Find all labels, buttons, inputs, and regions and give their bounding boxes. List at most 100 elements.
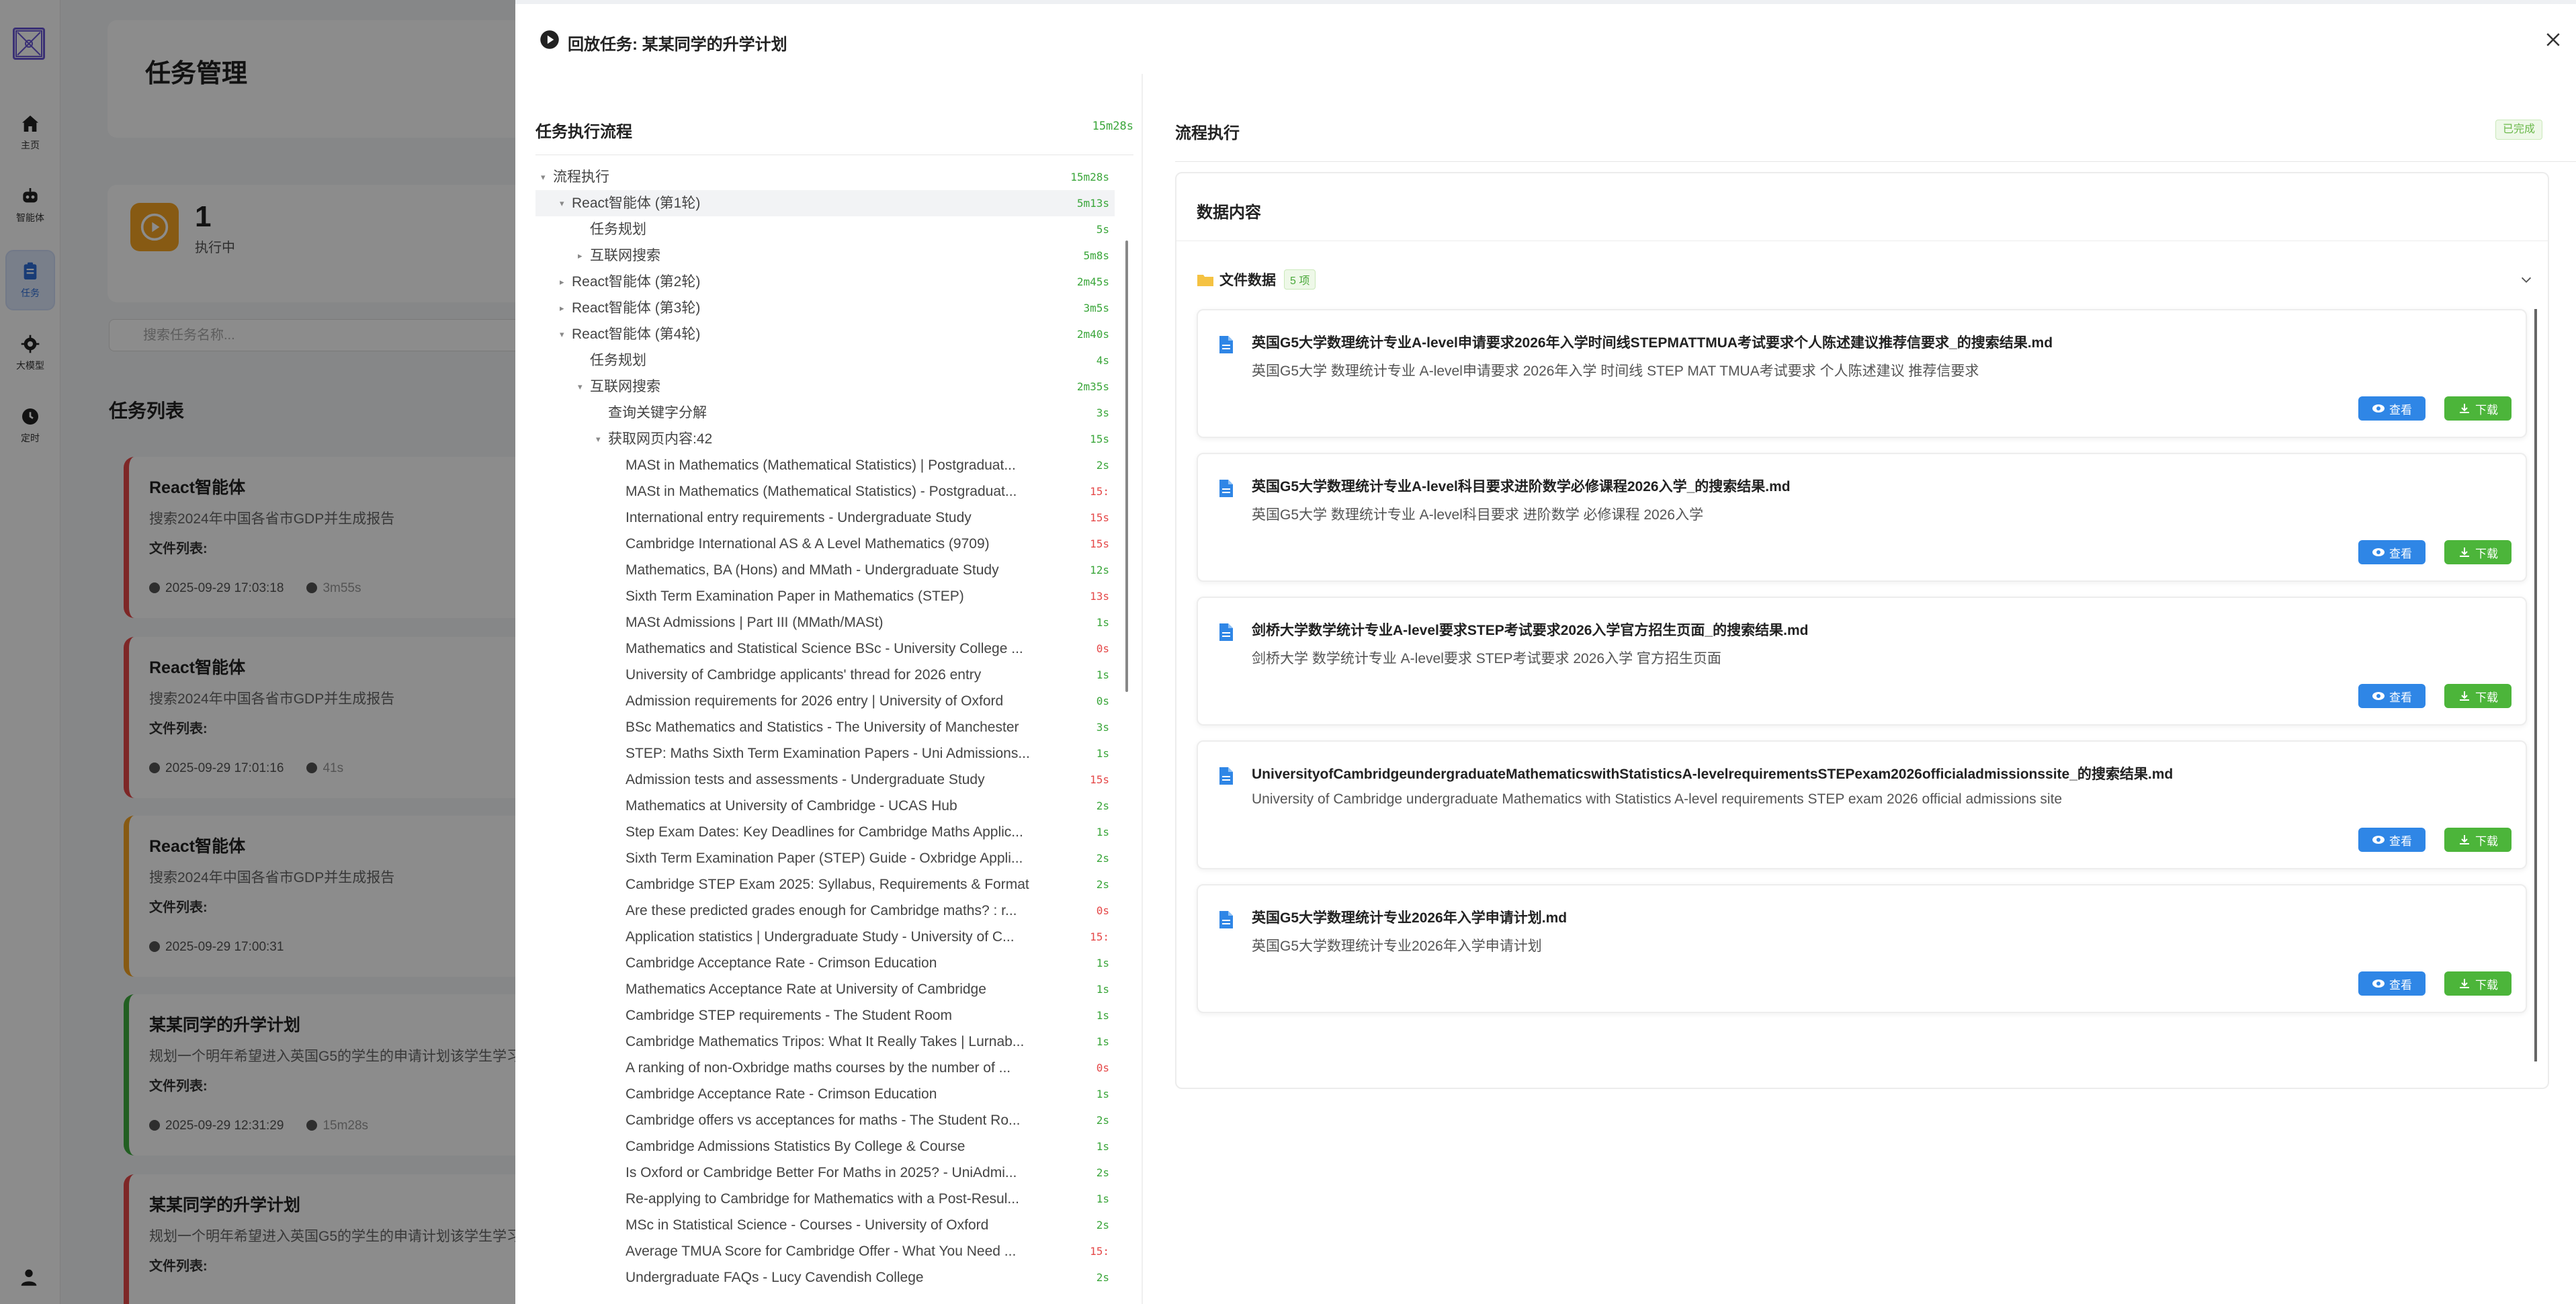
- tree-leaf-item[interactable]: Cambridge Mathematics Tripos: What It Re…: [535, 1029, 1115, 1055]
- download-button[interactable]: 下载: [2444, 396, 2511, 421]
- close-icon[interactable]: [2543, 30, 2563, 50]
- chevron-down-icon[interactable]: [2519, 273, 2534, 288]
- tree-leaf-item[interactable]: Sixth Term Examination Paper in Mathemat…: [535, 583, 1115, 609]
- tree-leaf-item[interactable]: Average TMUA Score for Cambridge Offer -…: [535, 1238, 1115, 1264]
- tree-scrollbar[interactable]: [1125, 241, 1128, 692]
- tree-duration: 4s: [1096, 354, 1109, 367]
- tree-leaf-item[interactable]: Mathematics at University of Cambridge -…: [535, 793, 1115, 819]
- download-button[interactable]: 下载: [2444, 540, 2511, 564]
- tree-node[interactable]: ▾ 获取网页内容:42 15s: [535, 426, 1115, 452]
- tree-label: Undergraduate FAQs - Lucy Cavendish Coll…: [626, 1270, 924, 1285]
- download-button[interactable]: 下载: [2444, 684, 2511, 708]
- tree-node[interactable]: ▾ React智能体 (第1轮) 5m13s: [535, 190, 1115, 216]
- tree-label: BSc Mathematics and Statistics - The Uni…: [626, 720, 1019, 735]
- tree-leaf-item[interactable]: Mathematics and Statistical Science BSc …: [535, 636, 1115, 662]
- view-button[interactable]: 查看: [2358, 828, 2425, 852]
- tree-duration: 12s: [1090, 564, 1109, 576]
- tree-duration: 1s: [1096, 616, 1109, 629]
- caret-down-icon[interactable]: ▾: [560, 321, 564, 347]
- folder-icon: [1197, 275, 1213, 286]
- tree-leaf-item[interactable]: STEP: Maths Sixth Term Examination Paper…: [535, 740, 1115, 767]
- tree-label: Sixth Term Examination Paper in Mathemat…: [626, 589, 964, 604]
- file-list: 英国G5大学数理统计专业A-level申请要求2026年入学时间线STEPMAT…: [1197, 309, 2537, 1061]
- tree-leaf-item[interactable]: University of Cambridge applicants' thre…: [535, 662, 1115, 688]
- tree-leaf-item[interactable]: MASt Admissions | Part III (MMath/MASt) 1…: [535, 609, 1115, 636]
- tree-leaf-item[interactable]: MASt in Mathematics (Mathematical Statis…: [535, 478, 1115, 505]
- file-name: UniversityofCambridgeundergraduateMathem…: [1252, 767, 2174, 782]
- tree-node[interactable]: 任务规划 4s: [535, 347, 1115, 374]
- tree-leaf-item[interactable]: Cambridge offers vs acceptances for math…: [535, 1107, 1115, 1133]
- file-card: 英国G5大学数理统计专业2026年入学申请计划.md 英国G5大学数理统计专业20…: [1197, 884, 2527, 1013]
- tree-leaf-item[interactable]: Re-applying to Cambridge for Mathematics…: [535, 1186, 1115, 1212]
- tree-label: MASt in Mathematics (Mathematical Statis…: [626, 458, 1016, 473]
- view-button[interactable]: 查看: [2358, 540, 2425, 564]
- tree-label: MASt in Mathematics (Mathematical Statis…: [626, 484, 1017, 499]
- view-button[interactable]: 查看: [2358, 971, 2425, 996]
- file-data-group[interactable]: 文件数据 5 项: [1197, 267, 1316, 292]
- view-button[interactable]: 查看: [2358, 396, 2425, 421]
- tree-leaf-item[interactable]: Cambridge Acceptance Rate - Crimson Educ…: [535, 950, 1115, 976]
- download-button[interactable]: 下载: [2444, 971, 2511, 996]
- tree-leaf-item[interactable]: Undergraduate FAQs - Lucy Cavendish Coll…: [535, 1264, 1115, 1291]
- tree-leaf-item[interactable]: Cambridge STEP Exam 2025: Syllabus, Requ…: [535, 871, 1115, 898]
- view-label: 查看: [2389, 691, 2412, 704]
- caret-down-icon[interactable]: ▾: [560, 190, 564, 216]
- tree-duration: 1s: [1096, 826, 1109, 838]
- caret-right-icon[interactable]: ▸: [560, 269, 564, 295]
- tree-node[interactable]: ▾ React智能体 (第4轮) 2m40s: [535, 321, 1115, 347]
- tree-leaf-item[interactable]: MSc in Statistical Science - Courses - U…: [535, 1212, 1115, 1238]
- tree-duration: 2m35s: [1076, 380, 1109, 393]
- tree-leaf-item[interactable]: Mathematics Acceptance Rate at Universit…: [535, 976, 1115, 1002]
- tree-leaf-item[interactable]: Mathematics, BA (Hons) and MMath - Under…: [535, 557, 1115, 583]
- tree-duration: 2s: [1096, 878, 1109, 891]
- tree-label: Mathematics at University of Cambridge -…: [626, 798, 957, 814]
- tree-node[interactable]: ▸ React智能体 (第2轮) 2m45s: [535, 269, 1115, 295]
- tree-node[interactable]: ▾ 流程执行 15m28s: [535, 164, 1115, 190]
- tree-duration: 1s: [1096, 1192, 1109, 1205]
- tree-leaf-item[interactable]: Application statistics | Undergraduate S…: [535, 924, 1115, 950]
- file-desc: 英国G5大学 数理统计专业 A-level申请要求 2026年入学 时间线 ST…: [1252, 363, 1979, 379]
- caret-down-icon[interactable]: ▾: [596, 426, 601, 452]
- download-icon: [2460, 835, 2469, 844]
- download-icon: [2460, 548, 2469, 557]
- tree-node[interactable]: ▸ 互联网搜索 5m8s: [535, 243, 1115, 269]
- flow-panel: 任务执行流程 15m28s ▾ 流程执行 15m28s ▾ React智能体 (第1轮)…: [515, 74, 1143, 1304]
- caret-right-icon[interactable]: ▸: [578, 243, 583, 269]
- tree-leaf-item[interactable]: Admission tests and assessments - Underg…: [535, 767, 1115, 793]
- tree-leaf-item[interactable]: A ranking of non-Oxbridge maths courses …: [535, 1055, 1115, 1081]
- tree-leaf-item[interactable]: Is Oxford or Cambridge Better For Maths …: [535, 1160, 1115, 1186]
- tree-leaf-item[interactable]: Cambridge STEP requirements - The Studen…: [535, 1002, 1115, 1029]
- tree-leaf-item[interactable]: Sixth Term Examination Paper (STEP) Guid…: [535, 845, 1115, 871]
- tree-duration: 2s: [1096, 1271, 1109, 1284]
- caret-down-icon[interactable]: ▾: [541, 164, 546, 190]
- tree-duration: 1s: [1096, 957, 1109, 969]
- tree-leaf-item[interactable]: Admission requirements for 2026 entry | …: [535, 688, 1115, 714]
- tree-duration: 1s: [1096, 747, 1109, 760]
- tree-leaf-item[interactable]: BSc Mathematics and Statistics - The Uni…: [535, 714, 1115, 740]
- file-desc: 英国G5大学数理统计专业2026年入学申请计划: [1252, 939, 1542, 954]
- tree-leaf-item[interactable]: Step Exam Dates: Key Deadlines for Cambr…: [535, 819, 1115, 845]
- tree-node[interactable]: 查询关键字分解 3s: [535, 400, 1115, 426]
- tree-node[interactable]: ▸ React智能体 (第3轮) 3m5s: [535, 295, 1115, 321]
- view-button[interactable]: 查看: [2358, 684, 2425, 708]
- tree-node[interactable]: 任务规划 5s: [535, 216, 1115, 243]
- download-button[interactable]: 下载: [2444, 828, 2511, 852]
- data-content-box: 数据内容 文件数据 5 项 英国G5大学数理统计专业A-level申请要求202…: [1175, 172, 2549, 1089]
- tree-leaf-item[interactable]: Cambridge Admissions Statistics By Colle…: [535, 1133, 1115, 1160]
- tree-label: Cambridge offers vs acceptances for math…: [626, 1113, 1021, 1128]
- file-card: UniversityofCambridgeundergraduateMathem…: [1197, 740, 2527, 869]
- tree-leaf-item[interactable]: International entry requirements - Under…: [535, 505, 1115, 531]
- tree-label: Cambridge Admissions Statistics By Colle…: [626, 1139, 965, 1154]
- eye-icon: [2372, 692, 2385, 700]
- tree-leaf-item[interactable]: Cambridge Acceptance Rate - Crimson Educ…: [535, 1081, 1115, 1107]
- tree-leaf-item[interactable]: MASt in Mathematics (Mathematical Statis…: [535, 452, 1115, 478]
- tree-label: Step Exam Dates: Key Deadlines for Cambr…: [626, 824, 1023, 840]
- caret-right-icon[interactable]: ▸: [560, 295, 564, 321]
- tree-node[interactable]: ▾ 互联网搜索 2m35s: [535, 374, 1115, 400]
- tree-label: Application statistics | Undergraduate S…: [626, 929, 1015, 945]
- caret-down-icon[interactable]: ▾: [578, 374, 583, 400]
- modal-header: 回放任务: 某某同学的升学计划: [515, 0, 2576, 74]
- tree-duration: 15:: [1090, 930, 1109, 943]
- tree-leaf-item[interactable]: Cambridge International AS & A Level Mat…: [535, 531, 1115, 557]
- tree-leaf-item[interactable]: Are these predicted grades enough for Ca…: [535, 898, 1115, 924]
